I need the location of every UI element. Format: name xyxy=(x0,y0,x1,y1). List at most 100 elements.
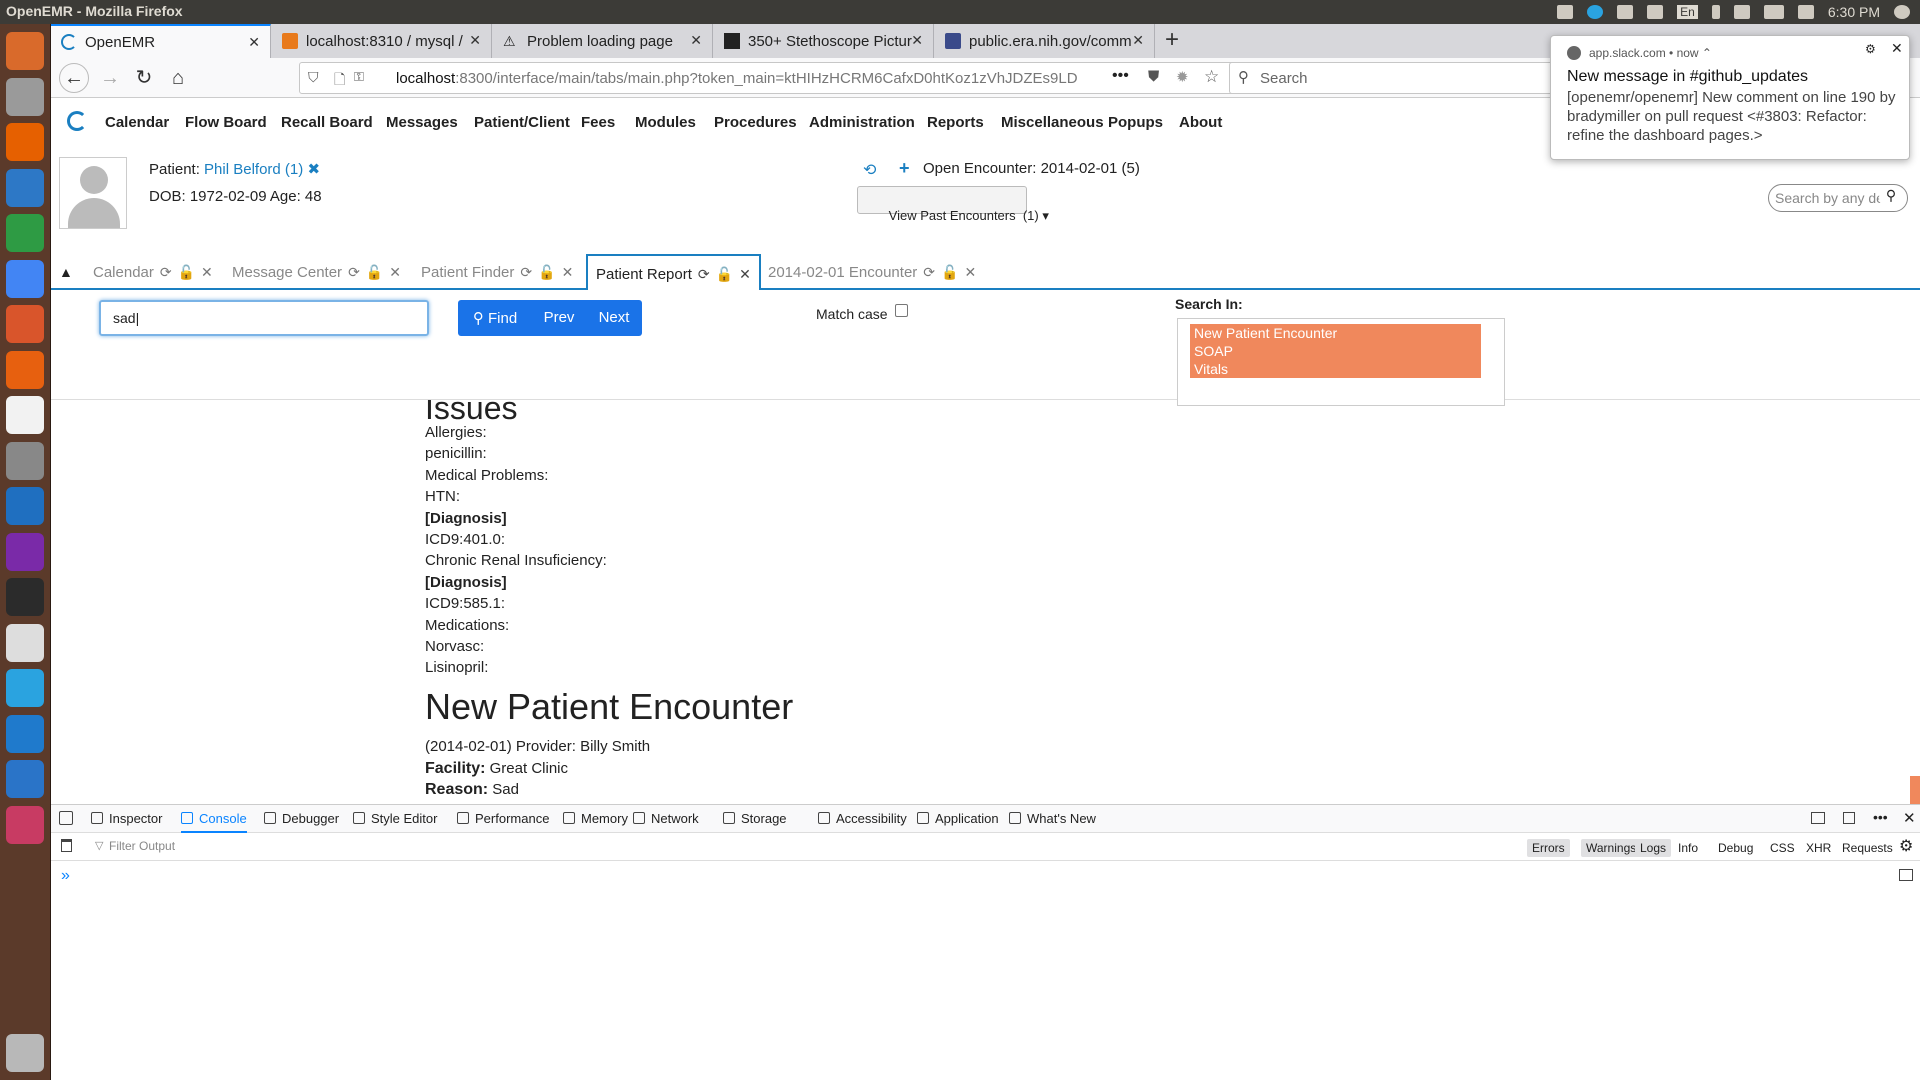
console-level-warnings[interactable]: Warnings xyxy=(1581,839,1642,857)
more-options-icon[interactable]: ••• xyxy=(1873,809,1888,825)
close-icon[interactable]: ✕ xyxy=(562,264,574,280)
dock-icon[interactable] xyxy=(1811,812,1825,824)
menu-modules[interactable]: Modules xyxy=(635,114,696,131)
console-level-requests[interactable]: Requests xyxy=(1837,839,1898,857)
trash-icon[interactable] xyxy=(6,1034,44,1072)
unlock-icon[interactable]: 🔓 xyxy=(941,264,958,280)
volume-icon[interactable] xyxy=(1797,5,1814,19)
notification-settings-icon[interactable]: ⚙ xyxy=(1865,42,1876,56)
telegram-icon[interactable] xyxy=(6,669,44,707)
permissions-icon[interactable]: ⚿ xyxy=(354,69,364,85)
vscode-icon[interactable] xyxy=(6,714,44,753)
shield-icon[interactable]: ⛉ xyxy=(308,69,319,86)
browser-tab-nih[interactable]: public.era.nih.gov/comm ✕ xyxy=(935,24,1155,58)
patient-search-input[interactable]: Search by any de ⚲ xyxy=(1768,184,1908,212)
software-center-icon[interactable] xyxy=(6,350,44,389)
thunderbird-icon[interactable] xyxy=(6,487,44,525)
reload-button[interactable]: ↻ xyxy=(131,65,157,91)
close-tab-icon[interactable]: ✕ xyxy=(911,32,923,49)
close-icon[interactable]: ✕ xyxy=(739,266,751,282)
devtools-tab-inspector[interactable]: Inspector xyxy=(91,805,162,833)
unlock-icon[interactable]: 🔓 xyxy=(366,264,383,280)
close-icon[interactable]: ✕ xyxy=(389,264,401,280)
devtools-tab-storage[interactable]: Storage xyxy=(723,805,787,833)
phpstorm-icon[interactable] xyxy=(6,532,44,571)
close-tab-icon[interactable]: ✕ xyxy=(690,32,702,49)
open-encounter-value[interactable]: 2014-02-01 (5) xyxy=(1041,160,1140,177)
pocket-icon[interactable]: ⛊ xyxy=(1148,68,1159,85)
amazon-icon[interactable] xyxy=(6,396,44,434)
patient-search-icon[interactable]: ⚲ xyxy=(1879,187,1903,209)
console-level-debug[interactable]: Debug xyxy=(1713,839,1758,857)
text-editor-icon[interactable] xyxy=(6,623,44,662)
refresh-icon[interactable]: ⟳ xyxy=(698,266,710,282)
browser-tab-stethoscope[interactable]: 350+ Stethoscope Pictur ✕ xyxy=(714,24,934,58)
close-patient-icon[interactable]: ✖ xyxy=(307,161,320,178)
search-in-option[interactable]: SOAP xyxy=(1190,342,1481,360)
close-tab-icon[interactable]: ✕ xyxy=(469,32,481,49)
close-icon[interactable]: ✕ xyxy=(964,264,976,280)
encounter-history-icon[interactable]: ⟲ xyxy=(863,160,876,180)
menu-flow-board[interactable]: Flow Board xyxy=(185,114,267,131)
system-monitor-icon[interactable] xyxy=(6,760,44,798)
element-picker-icon[interactable] xyxy=(59,811,73,825)
app-tab-patient-finder[interactable]: Patient Finder ⟳ 🔓 ✕ xyxy=(421,254,581,290)
devtools-tab-application[interactable]: Application xyxy=(917,805,999,833)
browser-tab-problem-loading[interactable]: ⚠ Problem loading page ✕ xyxy=(493,24,713,58)
console-prompt[interactable]: » xyxy=(61,867,70,885)
writer-icon[interactable] xyxy=(6,168,44,207)
app-tab-message-center[interactable]: Message Center ⟳ 🔓 ✕ xyxy=(232,254,412,290)
bluetooth-icon[interactable] xyxy=(1711,5,1720,19)
devtools-tab-what-s-new[interactable]: What's New xyxy=(1009,805,1096,833)
refresh-icon[interactable]: ⟳ xyxy=(520,264,532,280)
match-case-checkbox[interactable] xyxy=(895,304,909,317)
menu-procedures[interactable]: Procedures xyxy=(714,114,797,131)
wifi-icon[interactable] xyxy=(1647,5,1664,19)
undock-icon[interactable] xyxy=(1843,812,1855,824)
app-tab-calendar[interactable]: Calendar ⟳ 🔓 ✕ xyxy=(93,254,223,290)
keyboard-layout-indicator[interactable]: En xyxy=(1677,5,1698,19)
search-in-option[interactable]: New Patient Encounter xyxy=(1190,324,1481,342)
battery-icon[interactable] xyxy=(1763,5,1784,19)
console-level-logs[interactable]: Logs xyxy=(1635,839,1672,857)
refresh-icon[interactable]: ⟳ xyxy=(160,264,172,280)
openemr-logo-icon[interactable] xyxy=(67,111,87,131)
power-gear-icon[interactable] xyxy=(1894,5,1910,19)
app-tab-patient-report[interactable]: Patient Report ⟳ 🔓 ✕ xyxy=(586,254,761,292)
menu-patient-client[interactable]: Patient/Client xyxy=(474,114,570,131)
browser-tab-openemr[interactable]: OpenEMR ✕ xyxy=(51,24,271,58)
unlock-icon[interactable]: 🔓 xyxy=(178,264,195,280)
mail-icon[interactable] xyxy=(1733,5,1750,19)
terminal-icon[interactable] xyxy=(6,578,44,616)
unlock-icon[interactable]: 🔓 xyxy=(538,264,555,280)
firefox-icon[interactable] xyxy=(6,123,44,161)
new-tab-button[interactable]: + xyxy=(1165,26,1179,54)
patient-name-link[interactable]: Phil Belford (1) xyxy=(204,161,303,178)
menu-recall-board[interactable]: Recall Board xyxy=(281,114,373,131)
split-console-icon[interactable] xyxy=(1899,869,1913,881)
menu-miscellaneous[interactable]: Miscellaneous xyxy=(1001,114,1104,131)
page-info-icon[interactable]: 🗋 xyxy=(334,69,345,93)
url-text[interactable]: localhost:8300/interface/main/tabs/main.… xyxy=(396,70,1096,87)
devtools-tab-memory[interactable]: Memory xyxy=(563,805,628,833)
view-past-encounters-button[interactable]: View Past Encounters (1) ▾ xyxy=(857,186,1049,223)
menu-calendar[interactable]: Calendar xyxy=(105,114,169,131)
find-input[interactable]: sad| xyxy=(99,300,429,336)
home-button[interactable]: ⌂ xyxy=(165,65,191,91)
menu-administration[interactable]: Administration xyxy=(809,114,915,131)
slack-notification[interactable]: app.slack.com • now ⌃ ⚙ ✕ New message in… xyxy=(1550,35,1910,160)
browser-tab-mysql[interactable]: localhost:8310 / mysql / ✕ xyxy=(272,24,492,58)
console-level-xhr[interactable]: XHR xyxy=(1801,839,1836,857)
bookmark-star-icon[interactable]: ☆ xyxy=(1204,67,1219,87)
report-scrollbar[interactable] xyxy=(1910,776,1920,804)
media-icon[interactable] xyxy=(6,805,44,844)
network-up-icon[interactable] xyxy=(1557,5,1574,19)
console-level-info[interactable]: Info xyxy=(1673,839,1703,857)
menu-messages[interactable]: Messages xyxy=(386,114,458,131)
app-tab-2014-02-01-encounter[interactable]: 2014-02-01 Encounter ⟳ 🔓 ✕ xyxy=(768,254,988,290)
notifications-tray-icon[interactable] xyxy=(1617,5,1634,19)
url-bar[interactable]: ⛉ 🗋 ⚿ localhost:8300/interface/main/tabs… xyxy=(299,62,1249,94)
extension-icon[interactable]: ✹ xyxy=(1176,68,1189,86)
next-button[interactable]: Next xyxy=(586,300,642,336)
menu-reports[interactable]: Reports xyxy=(927,114,984,131)
